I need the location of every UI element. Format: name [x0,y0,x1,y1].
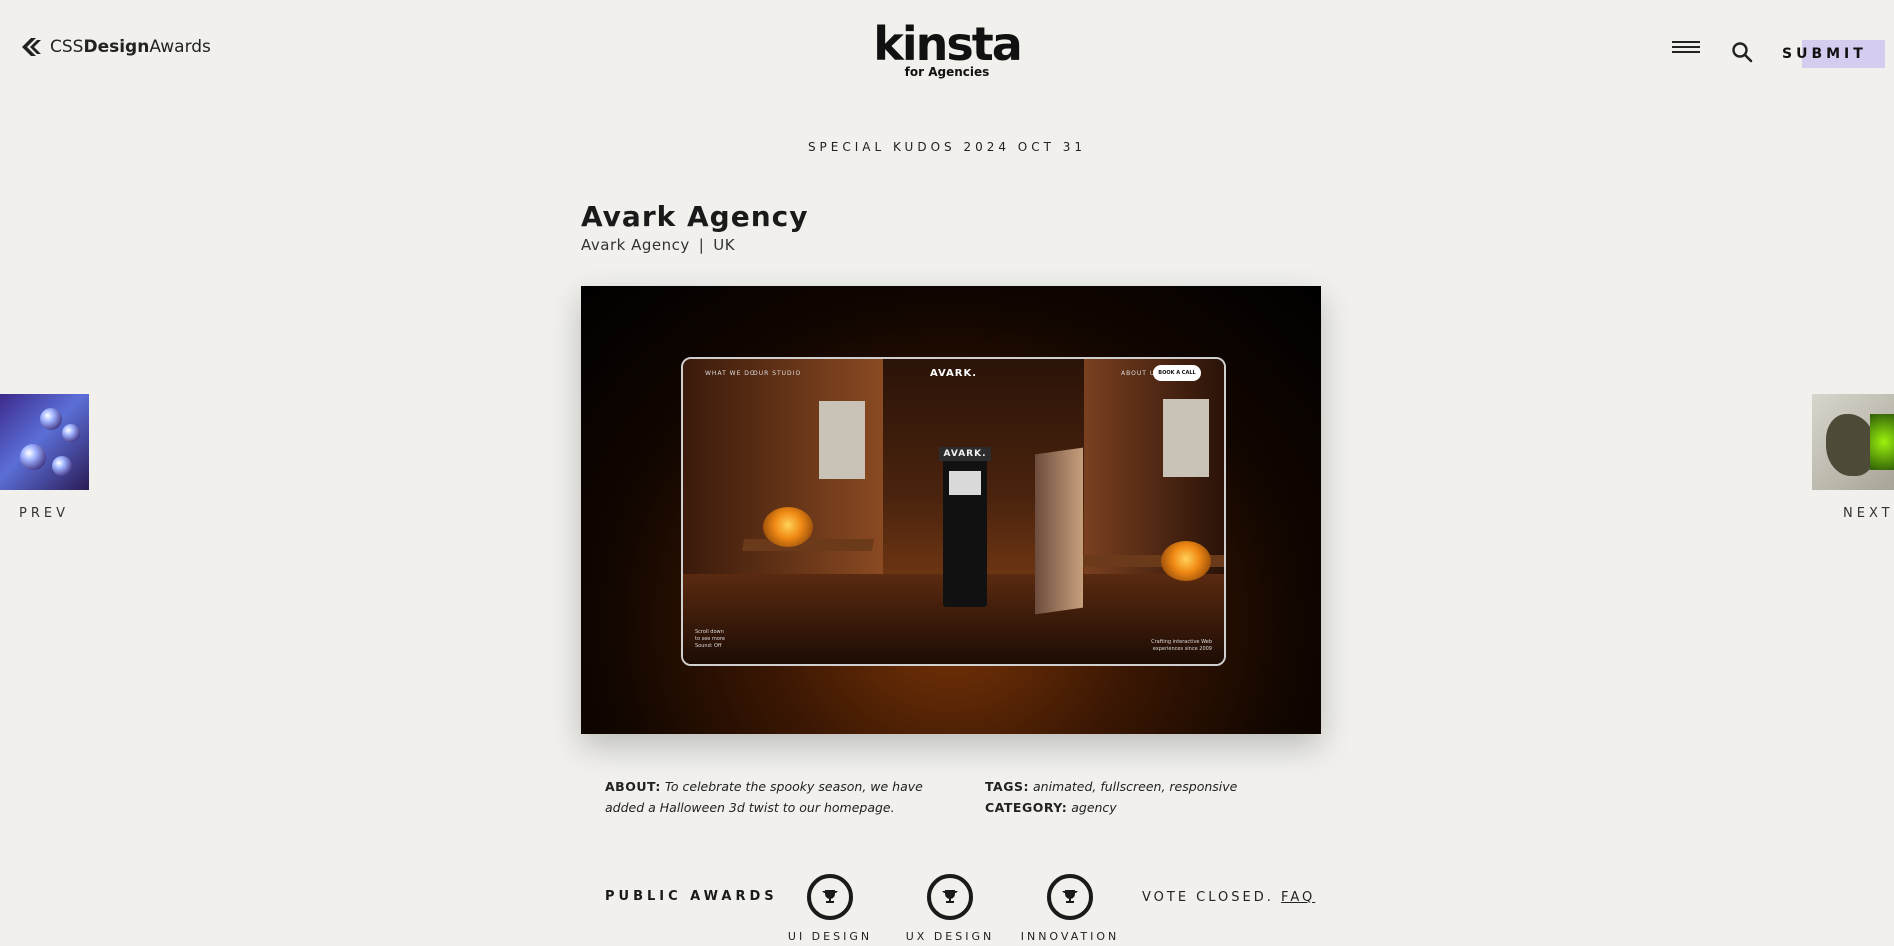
vote-closed-text: VOTE CLOSED. [1142,890,1274,905]
award-label: INNOVATION [1020,930,1120,943]
site-title: Avark Agency [581,200,809,233]
arcade-machine: AVARK. [939,447,991,607]
country: UK [713,236,736,254]
about-label: ABOUT: [605,779,661,794]
author-link[interactable]: Avark Agency [581,236,690,254]
table-left [741,539,875,551]
hamburger-icon[interactable] [1672,41,1700,61]
tag-link[interactable]: animated [1033,779,1092,794]
about-section: ABOUT: To celebrate the spooky season, w… [605,776,945,818]
next-link[interactable]: NEXT [1843,506,1894,521]
pumpkin-left [763,507,813,547]
public-awards-label: PUBLIC AWARDS [605,889,778,904]
category-link[interactable]: agency [1071,800,1116,815]
arcade-brand: AVARK. [939,447,991,461]
award-date: SPECIAL KUDOS 2024 OCT 31 [807,140,1087,154]
trophy-icon[interactable] [927,874,973,920]
award-ui-design: UI DESIGN [770,874,890,943]
award-ux-design: UX DESIGN [890,874,1010,943]
award-label: UI DESIGN [787,930,873,943]
award-label: UX DESIGN [905,930,995,943]
tags-label: TAGS: [985,779,1029,794]
search-icon[interactable] [1731,41,1753,63]
site-screenshot[interactable]: AVARK. WHAT WE DO OUR STUDIO AVARK. ABOU… [581,286,1321,734]
coffin [1035,447,1083,615]
category-label: CATEGORY: [985,800,1068,815]
sponsor-banner[interactable]: kinsta for Agencies [0,17,1894,79]
vote-status: VOTE CLOSED. FAQ [1142,890,1315,905]
screenshot-scroll-hint: Scroll down to see more Sound: Off [695,629,725,649]
next-thumbnail[interactable] [1812,394,1894,490]
prev-thumbnail[interactable] [0,394,89,490]
submit-button[interactable]: SUBMIT [1782,40,1887,68]
byline: Avark Agency | UK [581,236,735,254]
screenshot-tagline: Crafting interactive Web experiences sin… [1151,639,1212,652]
faq-link[interactable]: FAQ [1281,890,1315,905]
poster-right [1163,399,1209,477]
award-innovation: INNOVATION [1010,874,1130,943]
screenshot-cta: BOOK A CALL [1153,365,1201,381]
arcade-screen [949,471,981,495]
submit-label: SUBMIT [1782,46,1867,62]
screenshot-screen: AVARK. WHAT WE DO OUR STUDIO AVARK. ABOU… [681,357,1226,666]
sponsor-name: kinsta [873,17,1023,71]
tag-link[interactable]: responsive [1169,779,1237,794]
byline-separator: | [698,236,705,254]
poster-left [819,401,865,479]
prev-link[interactable]: PREV [19,506,69,521]
tag-link[interactable]: fullscreen [1100,779,1161,794]
trophy-icon[interactable] [807,874,853,920]
pumpkin-right [1161,541,1211,581]
sponsor-subtitle: for Agencies [904,65,990,79]
tags-section: TAGS: animated, fullscreen, responsive C… [985,779,1238,815]
trophy-icon[interactable] [1047,874,1093,920]
